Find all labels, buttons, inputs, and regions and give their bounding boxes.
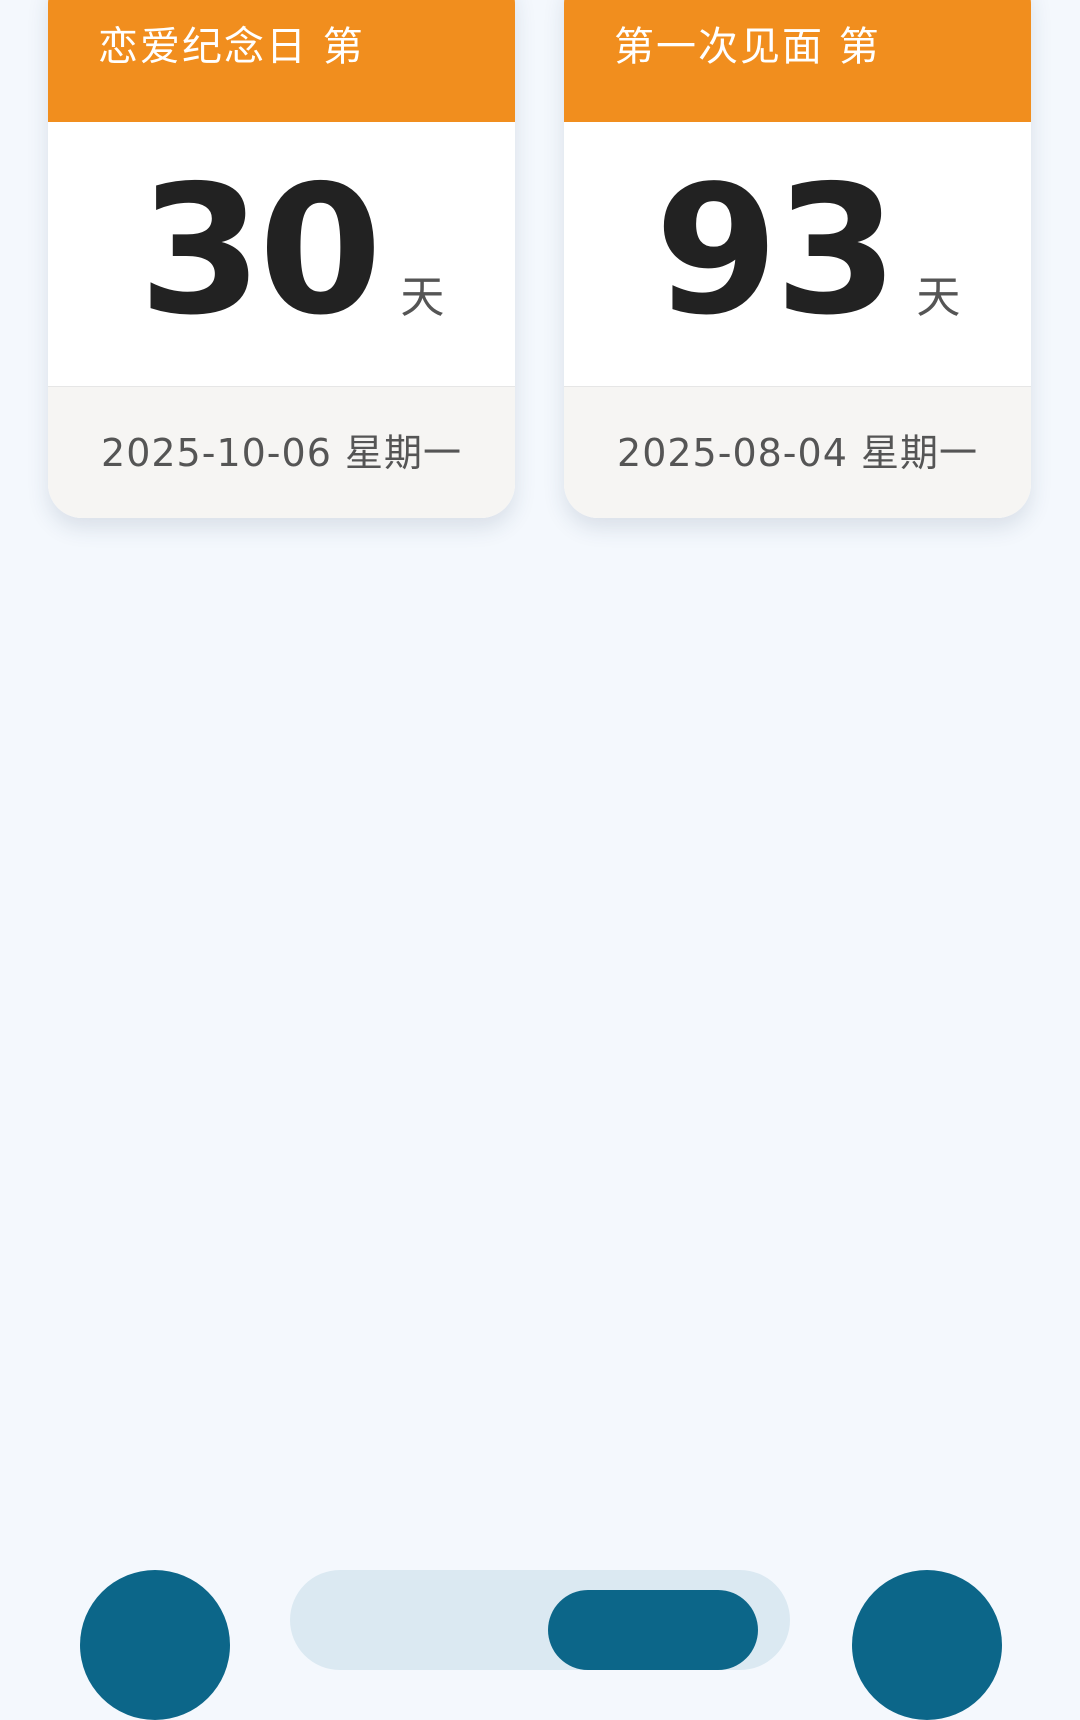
card-header: 恋爱纪念日 第 [48,0,515,122]
nav-button-left[interactable] [80,1570,230,1720]
nav-button-right[interactable] [852,1570,1002,1720]
day-unit: 天 [916,272,961,323]
card-title: 第一次见面 第 [614,24,881,70]
card-date: 2025-10-06 星期一 [101,431,462,475]
day-count: 93 [654,147,899,354]
day-count: 30 [138,147,383,354]
card-body: 30 天 [48,122,515,386]
card-header: 第一次见面 第 [564,0,1031,122]
card-body: 93 天 [564,122,1031,386]
card-title: 恋爱纪念日 第 [98,24,365,70]
day-unit: 天 [400,272,445,323]
card-footer: 2025-10-06 星期一 [48,386,515,518]
anniversary-card-love[interactable]: 恋爱纪念日 第 30 天 2025-10-06 星期一 [48,0,515,518]
card-date: 2025-08-04 星期一 [617,431,978,475]
nav-tab-active[interactable] [548,1590,758,1670]
anniversary-card-first-meet[interactable]: 第一次见面 第 93 天 2025-08-04 星期一 [564,0,1031,518]
card-footer: 2025-08-04 星期一 [564,386,1031,518]
nav-tab-bar[interactable] [290,1570,790,1670]
